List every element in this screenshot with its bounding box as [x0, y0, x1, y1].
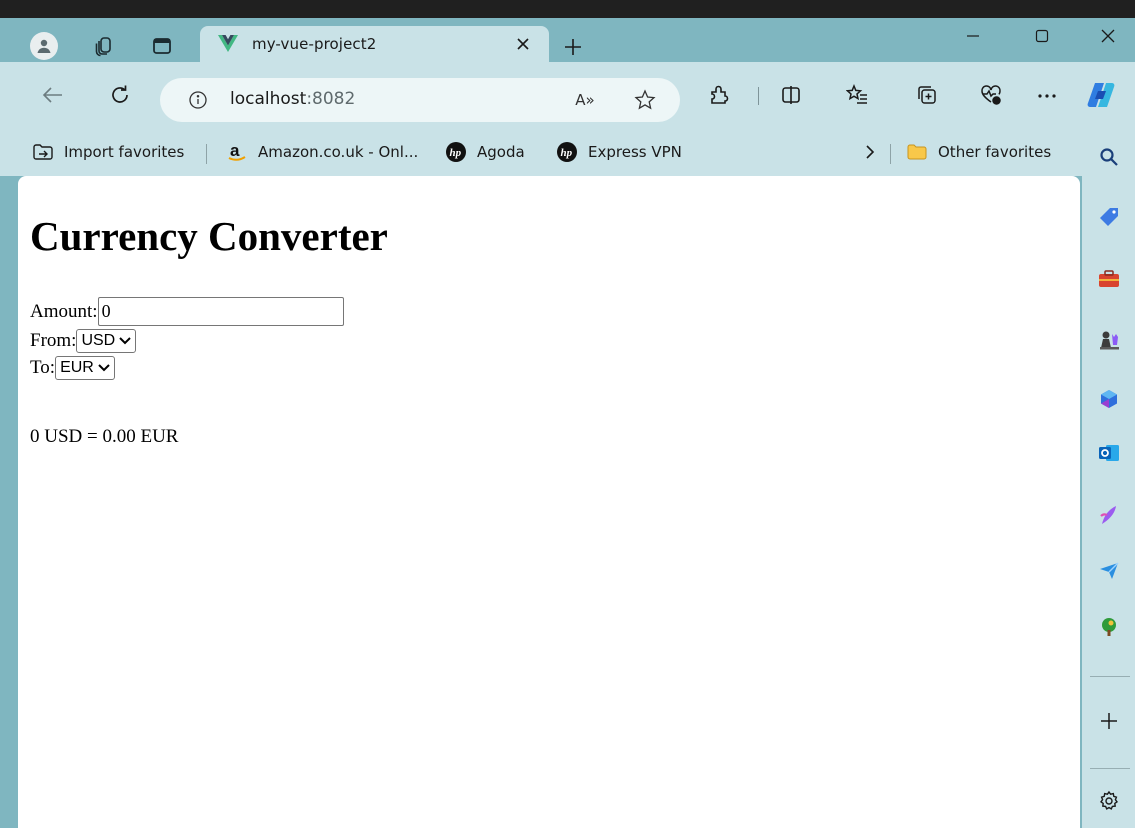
favorites-item-label: Import favorites: [64, 143, 185, 161]
favorites-item-express-vpn[interactable]: hp Express VPN: [556, 140, 682, 164]
favorites-divider: [206, 144, 207, 164]
more-options-icon[interactable]: [1034, 82, 1060, 108]
sidebar-divider: [1090, 768, 1130, 769]
extensions-icon[interactable]: [706, 82, 732, 108]
sidebar-settings-gear-icon[interactable]: [1096, 788, 1122, 814]
read-aloud-icon[interactable]: A»: [572, 88, 598, 112]
hp-logo-icon: hp: [445, 141, 467, 163]
minimize-icon[interactable]: [953, 24, 993, 48]
tab-close-icon[interactable]: [513, 34, 533, 54]
designer-icon[interactable]: [1096, 502, 1122, 528]
split-screen-icon[interactable]: [778, 82, 804, 108]
favorites-divider: [890, 144, 891, 164]
url-host: localhost: [230, 89, 307, 109]
sidebar-divider: [1090, 676, 1130, 677]
tab-title: my-vue-project2: [252, 35, 377, 53]
games-chess-icon[interactable]: [1096, 327, 1122, 353]
new-tab-icon[interactable]: [560, 34, 586, 60]
refresh-icon[interactable]: [107, 82, 133, 108]
from-currency-select[interactable]: USD: [76, 329, 137, 353]
hp-logo-icon: hp: [556, 141, 578, 163]
favorites-item-label: Express VPN: [588, 143, 682, 161]
favorites-item-label: Agoda: [477, 143, 525, 161]
edge-sidebar: [1082, 128, 1135, 828]
tab-actions-icon[interactable]: [150, 34, 174, 58]
favorites-bar: Import favorites a Amazon.co.uk - Onl...…: [0, 128, 1082, 176]
profile-icon[interactable]: [30, 32, 58, 60]
url-port: :8082: [306, 89, 356, 109]
amount-row: Amount:: [30, 297, 344, 326]
favorites-item-amazon[interactable]: a Amazon.co.uk - Onl...: [226, 140, 418, 164]
favorites-item-label: Amazon.co.uk - Onl...: [258, 143, 419, 161]
favorites-other-label: Other favorites: [938, 143, 1052, 161]
browser-essentials-icon[interactable]: [978, 82, 1004, 108]
window-close-icon[interactable]: [1088, 24, 1128, 48]
site-info-icon[interactable]: [186, 88, 210, 112]
from-label: From:: [30, 330, 77, 351]
to-currency-select[interactable]: EUR: [55, 356, 115, 380]
workspaces-icon[interactable]: [92, 34, 116, 58]
to-selected-value: EUR: [60, 359, 94, 376]
page-content: Currency Converter Amount: From: USD To:…: [18, 176, 1080, 828]
amazon-icon: a: [226, 141, 248, 163]
chevron-down-icon: [98, 362, 110, 374]
import-favorites-icon: [32, 141, 54, 163]
favorites-item-import[interactable]: Import favorites: [32, 140, 184, 164]
page-title: Currency Converter: [30, 213, 388, 259]
microsoft-365-icon[interactable]: [1096, 386, 1122, 412]
collections-icon[interactable]: [914, 82, 940, 108]
from-selected-value: USD: [81, 332, 116, 349]
toolbar-divider: [758, 87, 759, 105]
conversion-result: 0 USD = 0.00 EUR: [30, 426, 179, 447]
chevron-down-icon: [119, 335, 131, 347]
copilot-icon[interactable]: [1086, 80, 1116, 110]
tree-icon[interactable]: [1096, 614, 1122, 640]
amount-input[interactable]: [97, 297, 344, 326]
address-bar[interactable]: localhost:8082 A»: [160, 78, 680, 122]
favorites-item-agoda[interactable]: hp Agoda: [445, 140, 525, 164]
back-icon[interactable]: [40, 82, 66, 108]
add-favorite-star-icon[interactable]: [632, 88, 658, 112]
tab-bar: my-vue-project2: [0, 18, 1135, 62]
vue-favicon-icon: [218, 35, 238, 52]
os-top-strip: [0, 0, 1135, 18]
favorites-icon[interactable]: [844, 82, 870, 108]
to-label: To:: [30, 357, 56, 378]
tools-briefcase-icon[interactable]: [1096, 266, 1122, 292]
amount-label: Amount:: [30, 300, 98, 322]
maximize-icon[interactable]: [1022, 24, 1062, 48]
svg-text:hp: hp: [450, 147, 462, 159]
svg-text:hp: hp: [561, 147, 573, 159]
to-row: To: EUR: [30, 356, 115, 380]
navigation-bar: localhost:8082 A»: [0, 62, 1135, 128]
search-icon[interactable]: [1096, 144, 1122, 170]
send-telegram-icon[interactable]: [1096, 558, 1122, 584]
shopping-tag-icon[interactable]: [1096, 204, 1122, 230]
favorites-item-other[interactable]: Other favorites: [906, 140, 1051, 164]
folder-icon: [906, 141, 928, 163]
url-text: localhost:8082: [230, 89, 355, 109]
add-sidebar-app-icon[interactable]: [1096, 708, 1122, 734]
favorites-overflow-chevron-icon[interactable]: [860, 142, 880, 162]
from-row: From: USD: [30, 329, 137, 353]
svg-text:a: a: [230, 141, 240, 160]
tab-active[interactable]: my-vue-project2: [200, 26, 549, 62]
outlook-icon[interactable]: [1096, 440, 1122, 466]
